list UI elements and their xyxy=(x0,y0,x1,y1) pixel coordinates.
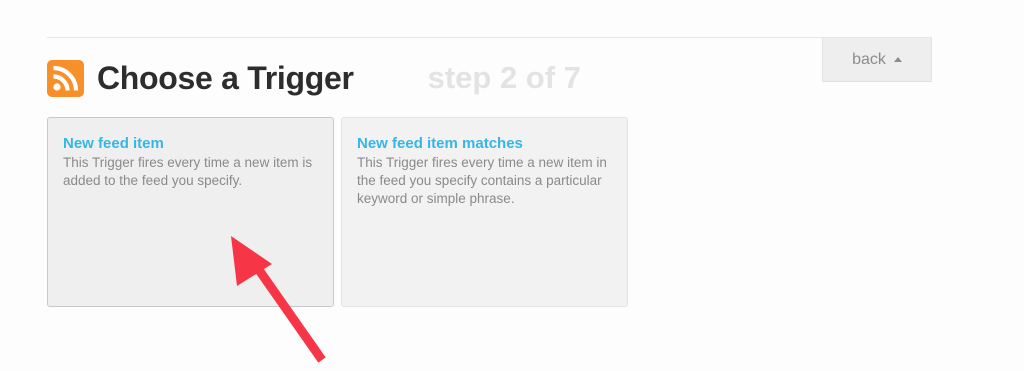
trigger-card-description: This Trigger fires every time a new item… xyxy=(357,155,607,206)
trigger-card-title: New feed item matches xyxy=(357,135,523,152)
trigger-card-description: This Trigger fires every time a new item… xyxy=(63,155,313,188)
trigger-card-new-feed-item-matches[interactable]: New feed item matches This Trigger fires… xyxy=(341,117,628,307)
back-button[interactable]: back xyxy=(822,38,932,82)
step-indicator: step 2 of 7 xyxy=(427,60,581,95)
caret-up-icon xyxy=(893,56,902,62)
trigger-card-new-feed-item[interactable]: New feed item This Trigger fires every t… xyxy=(47,117,334,307)
divider xyxy=(47,37,932,38)
page-title: Choose a Trigger xyxy=(97,60,354,96)
trigger-card-title: New feed item xyxy=(63,135,164,152)
back-button-label: back xyxy=(852,50,886,68)
trigger-selection-page: back Choose a Trigger step 2 of 7 New fe… xyxy=(0,0,1024,371)
page-header: Choose a Trigger step 2 of 7 xyxy=(47,59,581,97)
rss-feed-icon xyxy=(47,59,84,97)
